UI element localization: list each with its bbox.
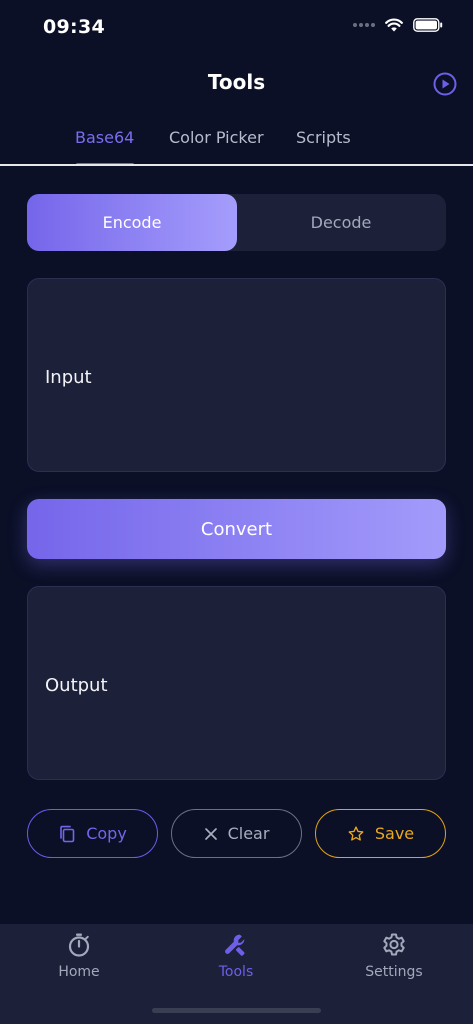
timer-icon — [68, 933, 90, 957]
gear-icon — [383, 933, 405, 956]
signal-icon — [353, 23, 375, 27]
save-label: Save — [374, 824, 415, 843]
tools-screen: 09:34 Tools Base64 Color Picker Scripts — [0, 0, 473, 1024]
nav-item-home[interactable]: Home — [19, 932, 139, 980]
wifi-icon — [385, 18, 403, 32]
convert-button[interactable]: Convert — [27, 499, 446, 559]
status-bar: 09:34 — [0, 0, 473, 54]
output-field[interactable]: Output — [27, 586, 446, 780]
save-button[interactable]: Save — [315, 809, 446, 858]
battery-icon — [413, 18, 443, 32]
clear-label: Clear — [227, 824, 270, 843]
tab-scripts[interactable]: Scripts — [296, 128, 351, 147]
nav-item-settings[interactable]: Settings — [334, 932, 454, 980]
mode-segmented-control: Encode Decode — [27, 194, 446, 251]
status-time: 09:34 — [43, 16, 105, 38]
tab-bar: Base64 Color Picker Scripts — [0, 128, 473, 166]
status-icons — [353, 18, 443, 32]
input-placeholder: Input — [45, 367, 92, 388]
nav-item-tools[interactable]: Tools — [176, 932, 296, 980]
page-title: Tools — [207, 70, 266, 94]
wrench-icon — [225, 934, 245, 956]
copy-icon — [60, 825, 75, 842]
nav-label-home: Home — [58, 964, 100, 980]
clear-button[interactable]: Clear — [171, 809, 302, 858]
home-indicator — [152, 1008, 321, 1013]
star-icon — [348, 825, 364, 841]
tab-base64[interactable]: Base64 — [75, 128, 134, 147]
nav-label-settings: Settings — [365, 964, 423, 980]
input-field[interactable]: Input — [27, 278, 446, 472]
play-icon[interactable] — [433, 72, 457, 96]
copy-button[interactable]: Copy — [27, 809, 158, 858]
encode-button[interactable]: Encode — [27, 194, 237, 251]
close-icon — [204, 827, 217, 840]
tab-color-picker[interactable]: Color Picker — [169, 128, 264, 147]
decode-button[interactable]: Decode — [236, 194, 446, 251]
tabs-divider — [0, 164, 473, 166]
nav-label-tools: Tools — [218, 964, 254, 980]
output-placeholder: Output — [45, 675, 108, 696]
copy-label: Copy — [86, 824, 127, 843]
